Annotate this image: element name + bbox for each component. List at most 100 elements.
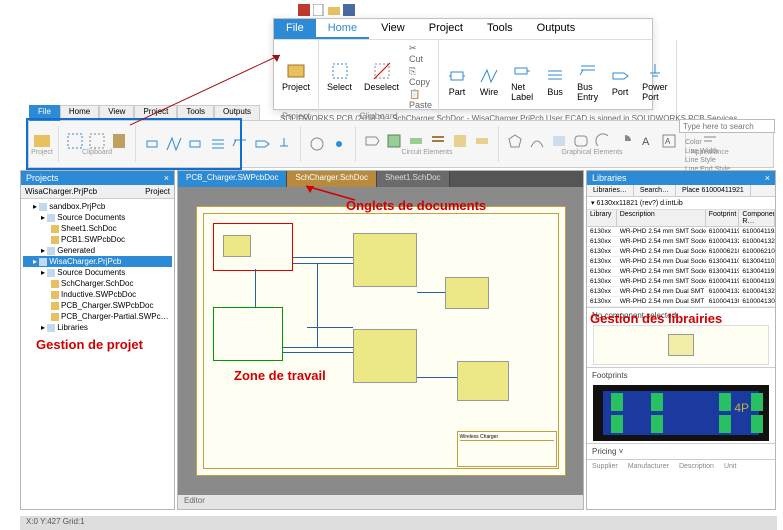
port-button[interactable]: Port bbox=[606, 64, 634, 99]
doc-tab-sch[interactable]: SchCharger.SchDoc bbox=[287, 171, 376, 187]
col-footprint[interactable]: Footprint bbox=[706, 210, 740, 226]
polygon-icon[interactable] bbox=[507, 133, 523, 149]
powerport-icon[interactable] bbox=[276, 136, 292, 152]
tab-home-small[interactable]: Home bbox=[60, 105, 99, 121]
tab-tools-small[interactable]: Tools bbox=[177, 105, 214, 121]
folder-icon[interactable] bbox=[34, 133, 50, 149]
open-icon[interactable] bbox=[328, 4, 340, 16]
harness-icon[interactable] bbox=[430, 133, 446, 149]
sheetentry-icon[interactable] bbox=[408, 133, 424, 149]
col-componentref[interactable]: Component R… bbox=[739, 210, 775, 226]
close-icon[interactable]: × bbox=[164, 173, 169, 183]
textframe-icon[interactable]: A bbox=[661, 133, 677, 149]
project-menu-button[interactable]: Project bbox=[145, 187, 170, 196]
powerport-button[interactable]: Power Port bbox=[638, 59, 672, 104]
image-icon[interactable] bbox=[551, 133, 567, 149]
search-input[interactable] bbox=[679, 119, 775, 133]
lib-tab-search[interactable]: Search… bbox=[634, 185, 676, 196]
tree-node[interactable]: PCB_Charger.SWPcbDoc bbox=[23, 300, 172, 311]
offsheet-icon[interactable] bbox=[364, 133, 380, 149]
close-icon[interactable]: × bbox=[765, 173, 770, 183]
netlabel-button[interactable]: Net Label bbox=[507, 59, 537, 104]
doc-tab-pcb[interactable]: PCB_Charger.SWPcbDoc bbox=[178, 171, 287, 187]
bus-button[interactable]: Bus bbox=[541, 64, 569, 99]
tree-node[interactable]: ▸ Libraries bbox=[23, 322, 172, 333]
tab-view-small[interactable]: View bbox=[99, 105, 134, 121]
save-icon[interactable] bbox=[343, 4, 355, 16]
libraries-title: Libraries bbox=[592, 173, 627, 183]
tree-node[interactable]: PCB_Charger-Partial.SWPcbDoc bbox=[23, 311, 172, 322]
wire-button[interactable]: Wire bbox=[475, 64, 503, 99]
part-icon[interactable] bbox=[144, 136, 160, 152]
cut-button[interactable]: ✂ Cut bbox=[407, 42, 434, 65]
deselect-button[interactable]: Deselect bbox=[360, 59, 403, 94]
library-row[interactable]: 6130xxWR-PHD 2.54 mm SMT Socket Header,6… bbox=[587, 267, 775, 277]
app-icon[interactable] bbox=[298, 4, 310, 16]
tab-tools[interactable]: Tools bbox=[475, 19, 525, 39]
lib-tab-libraries[interactable]: Libraries… bbox=[587, 185, 634, 196]
lib-tab-place[interactable]: Place 61000411921 bbox=[676, 185, 751, 196]
svg-text:A: A bbox=[665, 137, 671, 146]
library-row[interactable]: 6130xxWR-PHD 2.54 mm Dual Socket Header6… bbox=[587, 257, 775, 267]
tree-node[interactable]: SchCharger.SchDoc bbox=[23, 278, 172, 289]
directives-icon[interactable] bbox=[309, 136, 325, 152]
harness-entry-icon[interactable] bbox=[474, 133, 490, 149]
paste-button[interactable]: 📋 Paste bbox=[407, 88, 434, 111]
library-row[interactable]: 6130xxWR-PHD 2.54 mm SMT Socket Header,6… bbox=[587, 237, 775, 247]
project-tree[interactable]: ▸ sandbox.PrjPcb▸ Source DocumentsSheet1… bbox=[21, 199, 174, 509]
sheetsymbol-icon[interactable] bbox=[386, 133, 402, 149]
select-button[interactable]: Select bbox=[323, 59, 356, 94]
busentry-icon[interactable] bbox=[232, 136, 248, 152]
project-button[interactable]: Project bbox=[278, 59, 314, 94]
library-row[interactable]: 6130xxWR-PHD 2.54 mm SMT Socket Header,6… bbox=[587, 227, 775, 237]
tab-home[interactable]: Home bbox=[316, 19, 369, 39]
bus-icon[interactable] bbox=[210, 136, 226, 152]
junction-icon[interactable] bbox=[331, 136, 347, 152]
tree-node[interactable]: ▸ WisaCharger.PrjPcb bbox=[23, 256, 172, 267]
tab-project[interactable]: Project bbox=[417, 19, 475, 39]
tab-project-small[interactable]: Project bbox=[134, 105, 177, 121]
select-icon[interactable] bbox=[67, 133, 83, 149]
tree-node[interactable]: Sheet1.SchDoc bbox=[23, 223, 172, 234]
ribbon-zoomed: File Home View Project Tools Outputs Pro… bbox=[273, 18, 653, 110]
pricing-columns: Supplier Manufacturer Description Unit bbox=[587, 459, 775, 473]
lib-selected[interactable]: ▾ 6130xx11821 (rev?) d.intLib bbox=[587, 197, 775, 210]
tree-node[interactable]: ▸ Generated bbox=[23, 245, 172, 256]
deselect-icon[interactable] bbox=[89, 133, 105, 149]
paste-icon[interactable] bbox=[111, 133, 127, 149]
tree-node[interactable]: PCB1.SWPcbDoc bbox=[23, 234, 172, 245]
projects-title: Projects bbox=[26, 173, 59, 183]
library-row[interactable]: 6130xxWR-PHD 2.54 mm Dual SMT Socket He6… bbox=[587, 287, 775, 297]
part-button[interactable]: Part bbox=[443, 64, 471, 99]
harness-conn-icon[interactable] bbox=[452, 133, 468, 149]
tab-outputs-small[interactable]: Outputs bbox=[214, 105, 260, 121]
netlabel-icon[interactable] bbox=[188, 136, 204, 152]
tab-view[interactable]: View bbox=[369, 19, 417, 39]
roundrect-icon[interactable] bbox=[573, 133, 589, 149]
arc-icon[interactable] bbox=[595, 133, 611, 149]
col-library[interactable]: Library bbox=[587, 210, 617, 226]
copy-button[interactable]: ⎘ Copy bbox=[407, 65, 434, 88]
pie-icon[interactable] bbox=[617, 133, 633, 149]
tab-outputs[interactable]: Outputs bbox=[525, 19, 588, 39]
symbol-preview bbox=[593, 325, 769, 365]
tab-file-small[interactable]: File bbox=[29, 105, 60, 121]
busentry-button[interactable]: Bus Entry bbox=[573, 59, 602, 104]
library-row[interactable]: 6130xxWR-PHD 2.54 mm SMT Socket Header,6… bbox=[587, 277, 775, 287]
libraries-panel: Libraries × Libraries… Search… Place 6100… bbox=[586, 170, 776, 510]
tab-file[interactable]: File bbox=[274, 19, 316, 39]
schematic-canvas[interactable]: Wireless Charger bbox=[178, 187, 583, 495]
text-icon[interactable]: A bbox=[639, 133, 655, 149]
new-icon[interactable] bbox=[313, 4, 325, 16]
col-description[interactable]: Description bbox=[617, 210, 706, 226]
tree-node[interactable]: Inductive.SWPcbDoc bbox=[23, 289, 172, 300]
bezier-icon[interactable] bbox=[529, 133, 545, 149]
wire-icon[interactable] bbox=[166, 136, 182, 152]
tree-node[interactable]: ▸ Source Documents bbox=[23, 212, 172, 223]
tree-node[interactable]: ▸ sandbox.PrjPcb bbox=[23, 201, 172, 212]
library-row[interactable]: 6130xxWR-PHD 2.54 mm Dual SMT Socket He6… bbox=[587, 297, 775, 307]
port-icon[interactable] bbox=[254, 136, 270, 152]
doc-tab-sheet1[interactable]: Sheet1.SchDoc bbox=[377, 171, 450, 187]
library-row[interactable]: 6130xxWR-PHD 2.54 mm Dual Socket Header6… bbox=[587, 247, 775, 257]
tree-node[interactable]: ▸ Source Documents bbox=[23, 267, 172, 278]
